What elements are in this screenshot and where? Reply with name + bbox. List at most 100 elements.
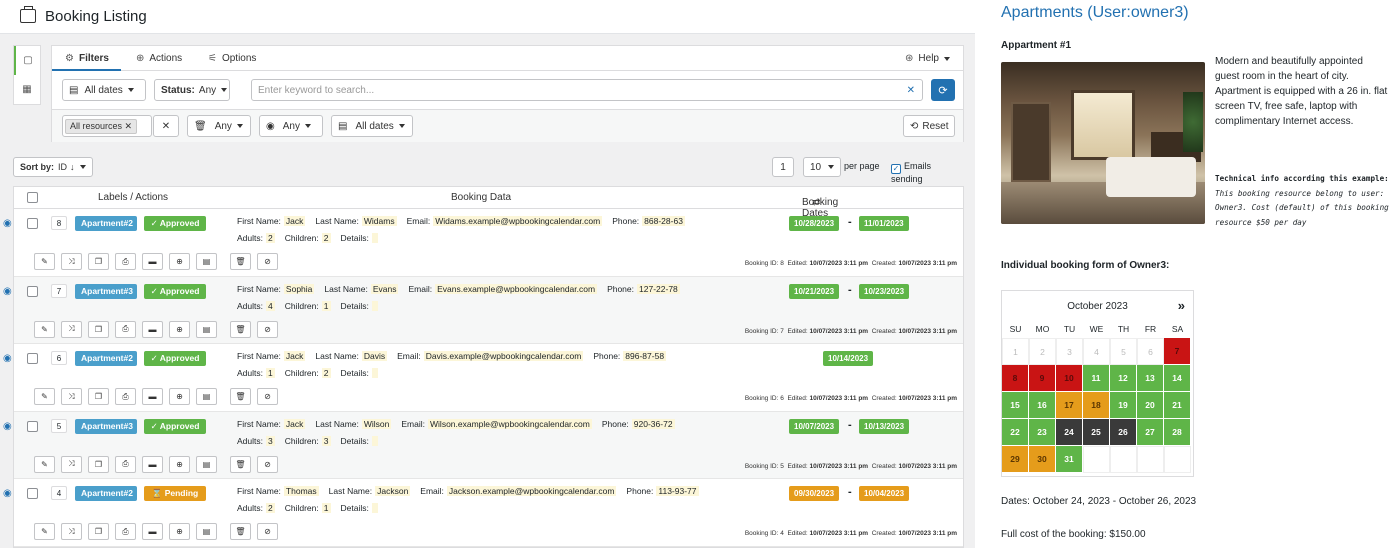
calendar-day[interactable]: 21 [1164,392,1191,419]
print-icon[interactable]: ⎙ [115,388,136,405]
note-icon[interactable]: ▬ [142,388,163,405]
per-page-select[interactable]: 10 [803,157,841,177]
briefcase-tab-icon[interactable]: ▢ [14,46,40,75]
cancel-icon[interactable]: ⊘ [257,523,278,540]
cancel-icon[interactable]: ⊘ [257,455,278,473]
wand-icon[interactable]: ✎ [34,455,55,473]
field-value-email: Davis.example@wpbookingcalendar.com [423,351,584,361]
clear-resources-button[interactable]: ✕ [153,115,179,137]
print-icon[interactable]: ⎙ [115,455,136,473]
note-icon[interactable]: ▬ [142,320,163,338]
print-icon[interactable]: ⎙ [115,253,136,270]
eye-icon[interactable]: ◉ [3,421,12,432]
calendar-day[interactable]: 15 [1002,392,1029,419]
trash-icon[interactable]: 🗑 [230,253,251,270]
calendar-day[interactable]: 14 [1164,365,1191,392]
shuffle-icon[interactable]: ⤨ [61,455,82,473]
calendar-icon[interactable]: ▤ [196,253,217,270]
reset-button[interactable]: ⟲ Reset [903,115,955,137]
row-checkbox[interactable] [27,353,38,364]
globe-icon[interactable]: ⊕ [169,455,190,473]
calendar-day[interactable]: 12 [1110,365,1137,392]
status-dropdown[interactable]: Status: Any [154,79,230,101]
copy-icon[interactable]: ❐ [88,388,109,405]
wand-icon[interactable]: ✎ [34,523,55,540]
cancel-icon[interactable]: ⊘ [257,388,278,405]
calendar-day: 5 [1110,338,1137,365]
resources-select[interactable]: All resources ✕ [62,115,152,137]
clear-icon[interactable]: ✕ [907,85,915,96]
trash-icon[interactable]: 🗑 [230,320,251,338]
tab-filters[interactable]: ⚙ Filters [52,46,121,71]
note-icon[interactable]: ▬ [142,253,163,270]
cancel-icon[interactable]: ⊘ [257,253,278,270]
copy-icon[interactable]: ❐ [88,523,109,540]
apartment-description: Modern and beautifully appointed guest r… [1215,56,1388,127]
globe-icon[interactable]: ⊕ [169,523,190,540]
calendar-day[interactable]: 22 [1002,419,1029,446]
calendar-icon[interactable]: ▤ [196,388,217,405]
wand-icon[interactable]: ✎ [34,388,55,405]
dates-dropdown[interactable]: ▤ All dates [62,79,146,101]
copy-icon[interactable]: ❐ [88,455,109,473]
copy-icon[interactable]: ❐ [88,320,109,338]
shuffle-icon[interactable]: ⤨ [61,388,82,405]
row-checkbox[interactable] [27,420,38,432]
tab-options[interactable]: ⚟ Options [195,46,269,71]
globe-icon[interactable]: ⊕ [169,320,190,338]
calendar-day[interactable]: 19 [1110,392,1137,419]
field-label: Adults: [237,300,263,311]
wand-icon[interactable]: ✎ [34,320,55,338]
print-icon[interactable]: ⎙ [115,523,136,540]
booking-id: 6 [51,351,67,365]
search-input[interactable]: Enter keyword to search... ✕ [251,79,923,101]
trash-filter-dropdown[interactable]: 🗑 Any [187,115,251,137]
row-checkbox[interactable] [27,218,38,229]
shuffle-icon[interactable]: ⤨ [61,523,82,540]
calendar-icon[interactable]: ▤ [196,320,217,338]
visibility-filter-dropdown[interactable]: ◉ Any [259,115,323,137]
calendar-day[interactable]: 20 [1137,392,1164,419]
note-icon[interactable]: ▬ [142,455,163,473]
eye-icon[interactable]: ◉ [3,286,12,297]
shuffle-icon[interactable]: ⤨ [61,253,82,270]
row-checkbox[interactable] [27,285,38,297]
help-button[interactable]: ⊛ Help [892,46,963,71]
calendar-day[interactable]: 28 [1164,419,1191,446]
eye-icon[interactable]: ◉ [3,488,12,499]
calendar-day[interactable]: 11 [1083,365,1110,392]
calendar-day[interactable]: 16 [1029,392,1056,419]
sort-dropdown[interactable]: Sort by: ID ↓ [13,157,93,177]
calendar-icon[interactable]: ▤ [196,455,217,473]
tab-actions[interactable]: ⊕ Actions [123,46,195,71]
dates2-dropdown[interactable]: ▤ All dates [331,115,413,137]
print-icon[interactable]: ⎙ [115,320,136,338]
trash-icon[interactable]: 🗑 [230,388,251,405]
select-all-checkbox[interactable] [27,192,38,203]
row-checkbox[interactable] [27,488,38,499]
options-icon: ⚟ [208,53,217,64]
cancel-icon[interactable]: ⊘ [257,320,278,338]
page-number: 1 [780,161,786,173]
calendar-day[interactable]: 23 [1029,419,1056,446]
globe-icon[interactable]: ⊕ [169,388,190,405]
globe-icon[interactable]: ⊕ [169,253,190,270]
calendar-icon[interactable]: ▤ [196,523,217,540]
emails-sending-toggle[interactable]: ✓ Emails sending [891,161,964,184]
date-start: 10/14/2023 [823,351,874,366]
calendar-day[interactable]: 27 [1137,419,1164,446]
trash-icon[interactable]: 🗑 [230,455,251,473]
wand-icon[interactable]: ✎ [34,253,55,270]
eye-icon[interactable]: ◉ [3,353,12,364]
calendar-tab-icon[interactable]: ▦ [14,75,40,104]
trash-icon[interactable]: 🗑 [230,523,251,540]
search-button[interactable]: ⟳ [931,79,955,101]
calendar-day[interactable]: 31 [1056,446,1083,473]
eye-icon[interactable]: ◉ [3,218,12,229]
page-number-input[interactable]: 1 [772,157,794,177]
note-icon[interactable]: ▬ [142,523,163,540]
shuffle-icon[interactable]: ⤨ [61,320,82,338]
copy-icon[interactable]: ❐ [88,253,109,270]
calendar-day[interactable]: 13 [1137,365,1164,392]
next-month-button[interactable]: » [1178,298,1185,313]
